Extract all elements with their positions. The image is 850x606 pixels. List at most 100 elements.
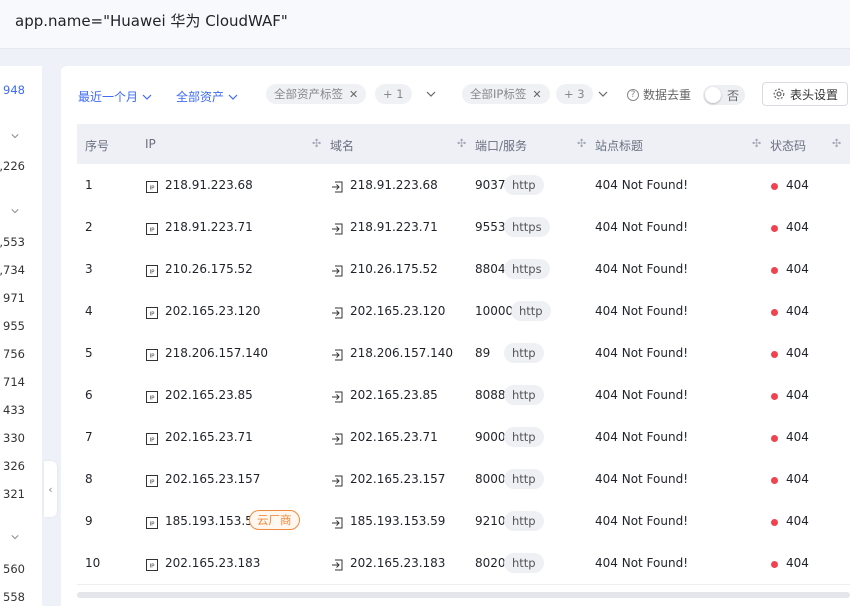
table-row[interactable]: 2 IP 218.91.223.71 218.91.223.71 9553 https 40… <box>77 206 850 249</box>
count-item[interactable]: 558 <box>3 590 25 604</box>
count-item[interactable]: 955 <box>3 319 25 333</box>
close-icon[interactable]: ✕ <box>532 88 541 101</box>
service-badge[interactable]: http <box>504 343 544 363</box>
time-filter[interactable]: 最近一个月 <box>78 88 152 105</box>
horizontal-scrollbar[interactable] <box>77 592 850 598</box>
domain-link[interactable]: 202.165.23.157 <box>350 472 445 486</box>
service-badge[interactable]: http <box>511 301 551 321</box>
service-badge[interactable]: http <box>504 511 544 531</box>
service-badge[interactable]: http <box>504 553 544 573</box>
count-item[interactable]: 3,734 <box>0 263 25 277</box>
service-badge[interactable]: http <box>504 469 544 489</box>
port-value[interactable]: 10000 <box>475 304 513 318</box>
count-item[interactable]: 433 <box>3 403 25 417</box>
cloud-vendor-tag[interactable]: 云厂商 <box>249 510 300 530</box>
pin-icon[interactable]: ✣ <box>312 137 321 150</box>
open-link-icon[interactable] <box>331 514 343 529</box>
domain-link[interactable]: 185.193.153.59 <box>350 514 445 528</box>
ip-link[interactable]: 202.165.23.85 <box>165 388 253 402</box>
count-item[interactable]: 971 <box>3 291 25 305</box>
search-query[interactable]: app.name="Huawei 华为 CloudWAF" <box>15 10 288 31</box>
column-header-title[interactable]: 站点标题 <box>595 137 643 154</box>
ip-link[interactable]: 218.206.157.140 <box>165 346 268 360</box>
domain-link[interactable]: 202.165.23.120 <box>350 304 445 318</box>
ip-link[interactable]: 218.91.223.71 <box>165 220 253 234</box>
chevron-down-icon[interactable] <box>11 533 19 541</box>
count-item[interactable]: 560 <box>3 562 25 576</box>
table-row[interactable]: 9 IP 185.193.153.59 云厂商 185.193.153.59 9210 ht… <box>77 500 850 543</box>
pin-icon[interactable]: ✣ <box>752 137 761 150</box>
chevron-down-icon[interactable] <box>426 89 436 99</box>
port-value[interactable]: 9553 <box>475 220 506 234</box>
open-link-icon[interactable] <box>331 262 343 277</box>
ip-link[interactable]: 202.165.23.157 <box>165 472 260 486</box>
table-row[interactable]: 5 IP 218.206.157.140 218.206.157.140 89 http 4… <box>77 332 850 375</box>
count-item[interactable]: 714 <box>3 375 25 389</box>
service-badge[interactable]: http <box>504 175 544 195</box>
domain-link[interactable]: 218.91.223.71 <box>350 220 438 234</box>
help-icon[interactable]: ? <box>627 88 639 101</box>
assets-filter[interactable]: 全部资产 <box>176 88 238 105</box>
open-link-icon[interactable] <box>331 220 343 235</box>
close-icon[interactable]: ✕ <box>349 88 358 101</box>
column-header-no[interactable]: 序号 <box>85 137 109 154</box>
table-row[interactable]: 4 IP 202.165.23.120 202.165.23.120 10000 http… <box>77 290 850 333</box>
open-link-icon[interactable] <box>331 556 343 571</box>
service-badge[interactable]: http <box>504 427 544 447</box>
collapse-panel-button[interactable]: ‹ <box>44 461 57 517</box>
ip-link[interactable]: 202.165.23.183 <box>165 556 260 570</box>
port-value[interactable]: 8000 <box>475 472 506 486</box>
port-value[interactable]: 9210 <box>475 514 506 528</box>
domain-link[interactable]: 202.165.23.71 <box>350 430 438 444</box>
open-link-icon[interactable] <box>331 178 343 193</box>
asset-tag-more[interactable]: + 1 <box>375 84 412 104</box>
service-badge[interactable]: https <box>504 259 550 279</box>
count-item[interactable]: 6,553 <box>0 235 25 249</box>
domain-link[interactable]: 202.165.23.183 <box>350 556 445 570</box>
ip-link[interactable]: 218.91.223.68 <box>165 178 253 192</box>
column-header-ip[interactable]: IP <box>145 137 156 151</box>
pin-icon[interactable]: ✣ <box>832 137 841 150</box>
port-value[interactable]: 8020 <box>475 556 506 570</box>
ip-link[interactable]: 202.165.23.71 <box>165 430 253 444</box>
count-item[interactable]: 6,226 <box>0 159 25 173</box>
ip-link[interactable]: 185.193.153.59 <box>165 514 260 528</box>
count-item[interactable]: 330 <box>3 431 25 445</box>
service-badge[interactable]: http <box>504 385 544 405</box>
service-badge[interactable]: https <box>504 217 550 237</box>
domain-link[interactable]: 202.165.23.85 <box>350 388 438 402</box>
column-header-domain[interactable]: 域名 <box>330 137 354 154</box>
count-item[interactable]: 756 <box>3 347 25 361</box>
chevron-down-icon[interactable] <box>598 89 608 99</box>
dedup-toggle[interactable]: 否 <box>703 85 745 105</box>
column-header-status[interactable]: 状态码 <box>770 137 806 154</box>
table-row[interactable]: 1 IP 218.91.223.68 218.91.223.68 9037 http 404… <box>77 164 850 207</box>
count-item[interactable]: 321 <box>3 487 25 501</box>
open-link-icon[interactable] <box>331 346 343 361</box>
pin-icon[interactable]: ✣ <box>577 137 586 150</box>
ip-tag-more[interactable]: + 3 <box>556 84 593 104</box>
domain-link[interactable]: 218.91.223.68 <box>350 178 438 192</box>
table-row[interactable]: 7 IP 202.165.23.71 202.165.23.71 9000 http 404… <box>77 416 850 459</box>
open-link-icon[interactable] <box>331 472 343 487</box>
port-value[interactable]: 9037 <box>475 178 506 192</box>
count-item[interactable]: 326 <box>3 459 25 473</box>
count-total[interactable]: 948 <box>3 83 25 97</box>
column-header-port[interactable]: 端口/服务 <box>475 137 527 154</box>
domain-link[interactable]: 210.26.175.52 <box>350 262 438 276</box>
port-value[interactable]: 8804 <box>475 262 506 276</box>
ip-tag-chip[interactable]: 全部IP标签 ✕ <box>462 84 550 104</box>
pin-icon[interactable]: ✣ <box>457 137 466 150</box>
table-row[interactable]: 6 IP 202.165.23.85 202.165.23.85 8088 http 404… <box>77 374 850 417</box>
chevron-down-icon[interactable] <box>11 207 19 215</box>
open-link-icon[interactable] <box>331 430 343 445</box>
ip-link[interactable]: 202.165.23.120 <box>165 304 260 318</box>
table-row[interactable]: 10 IP 202.165.23.183 202.165.23.183 8020 http… <box>77 542 850 585</box>
table-row[interactable]: 3 IP 210.26.175.52 210.26.175.52 8804 https 40… <box>77 248 850 291</box>
chevron-down-icon[interactable] <box>11 132 19 140</box>
search-bar[interactable]: app.name="Huawei 华为 CloudWAF" <box>0 0 850 49</box>
header-settings-button[interactable]: 表头设置 <box>762 82 848 106</box>
asset-tag-chip[interactable]: 全部资产标签 ✕ <box>266 84 367 104</box>
table-row[interactable]: 8 IP 202.165.23.157 202.165.23.157 8000 http 4… <box>77 458 850 501</box>
domain-link[interactable]: 218.206.157.140 <box>350 346 453 360</box>
